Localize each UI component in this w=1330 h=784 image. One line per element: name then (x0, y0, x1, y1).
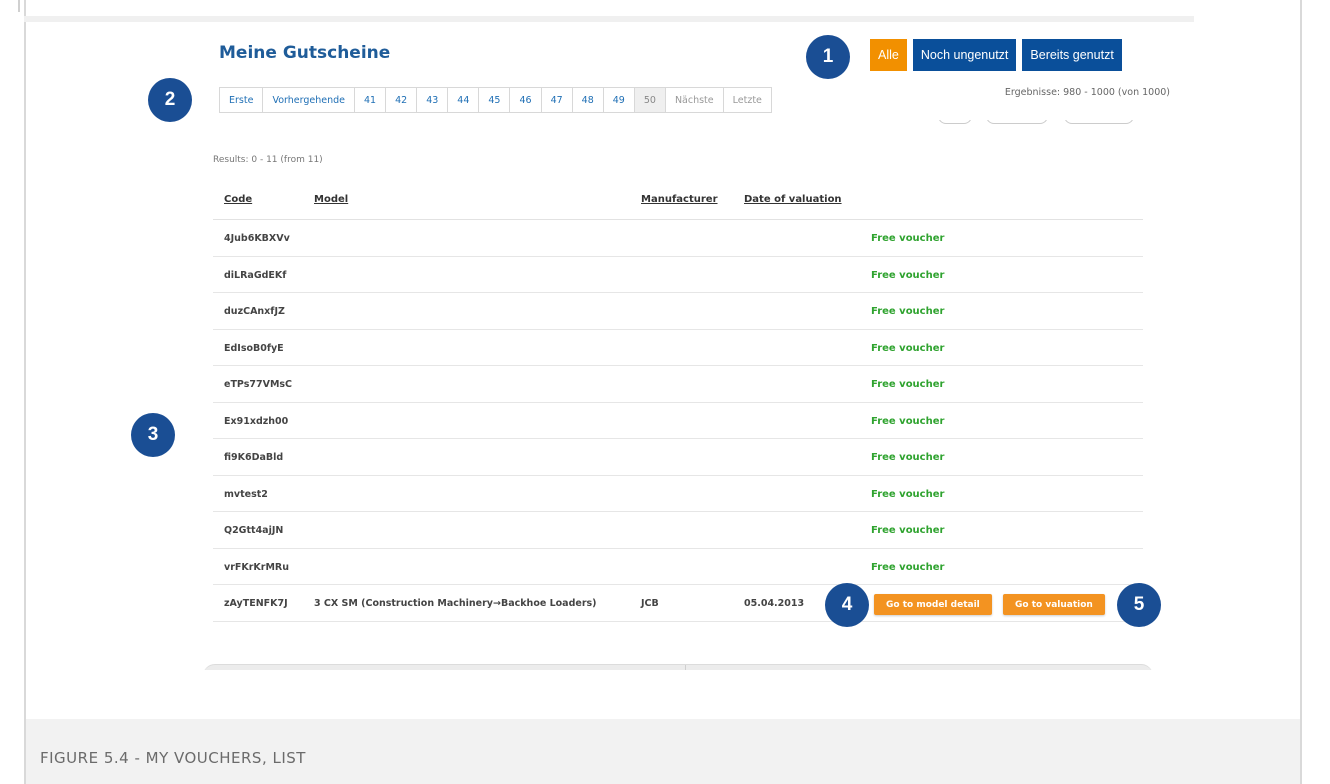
voucher-code: vrFKrKrMRu (224, 561, 289, 573)
go-to-model-detail-button[interactable]: Go to model detail (874, 594, 992, 615)
table-row: duzCAnxfJZ Free voucher (213, 293, 1143, 330)
page-link-43[interactable]: 43 (417, 88, 449, 112)
page-link-45[interactable]: 45 (479, 88, 511, 112)
filter-used-button[interactable]: Bereits genutzt (1022, 39, 1122, 71)
page-link-41[interactable]: 41 (355, 88, 387, 112)
filter-all-button[interactable]: Alle (870, 39, 907, 71)
voucher-manufacturer: JCB (641, 598, 659, 609)
table-row: 4Jub6KBXVv Free voucher (213, 220, 1143, 257)
voucher-status: Free voucher (871, 269, 945, 281)
pagination: Erste Vorhergehende 41 42 43 44 45 46 47… (219, 87, 772, 113)
bottom-bar-divider (685, 665, 686, 670)
page-title: Meine Gutscheine (219, 43, 391, 63)
hidden-button-edge (938, 120, 972, 124)
voucher-code: duzCAnxfJZ (224, 306, 285, 317)
voucher-status: Free voucher (871, 525, 945, 536)
table-row: eTPs77VMsC Free voucher (213, 366, 1143, 403)
filter-unused-button[interactable]: Noch ungenutzt (912, 39, 1017, 71)
filter-tabs: Alle Noch ungenutzt Bereits genutzt (870, 39, 1122, 71)
voucher-date: 05.04.2013 (744, 598, 805, 609)
page-link-48[interactable]: 48 (573, 88, 604, 112)
voucher-code: fi9K6DaBld (224, 452, 284, 463)
figure-caption-bar: FIGURE 5.4 - MY VOUCHERS, LIST (26, 719, 1300, 784)
table-row: Ex91xdzh00 Free voucher (213, 403, 1143, 439)
voucher-code: 4Jub6KBXVv (224, 233, 290, 244)
voucher-status: Free voucher (871, 342, 945, 354)
voucher-status: Free voucher (871, 561, 945, 573)
table-row: mvtest2 Free voucher (213, 476, 1143, 512)
page-link-49[interactable]: 49 (604, 88, 635, 112)
voucher-code: zAyTENFK7J (224, 598, 288, 609)
voucher-status: Free voucher (871, 306, 945, 317)
results-count: Results: 0 - 11 (from 11) (213, 155, 323, 165)
voucher-code: Q2Gtt4ajJN (224, 525, 284, 536)
voucher-status: Free voucher (871, 452, 945, 463)
frame-right-border (1300, 0, 1302, 784)
page-link-47[interactable]: 47 (542, 88, 573, 112)
table-row: vrFKrKrMRu Free voucher (213, 549, 1143, 585)
table-header: Code Model Manufacturer Date of valuatio… (213, 180, 1143, 220)
voucher-code: EdIsoB0fyE (224, 342, 284, 354)
voucher-status: Free voucher (871, 233, 945, 244)
callout-badge-1: 1 (806, 35, 850, 79)
results-count-total: Ergebnisse: 980 - 1000 (von 1000) (1004, 87, 1170, 98)
table-row: Q2Gtt4ajJN Free voucher (213, 512, 1143, 549)
column-header-code[interactable]: Code (224, 194, 252, 205)
table-row-used: zAyTENFK7J 3 CX SM (Construction Machine… (213, 585, 1143, 622)
figure-caption: FIGURE 5.4 - MY VOUCHERS, LIST (40, 749, 306, 767)
page-last-link[interactable]: Letzte (724, 88, 771, 112)
frame-corner (18, 0, 20, 12)
column-header-date[interactable]: Date of valuation (744, 194, 842, 205)
voucher-status: Free voucher (871, 379, 945, 390)
callout-badge-4: 4 (825, 583, 869, 627)
voucher-model: 3 CX SM (Construction Machinery→Backhoe … (314, 598, 597, 609)
bottom-bar (203, 664, 1153, 670)
voucher-status: Free voucher (871, 488, 945, 500)
callout-badge-3: 3 (131, 413, 175, 457)
voucher-code: eTPs77VMsC (224, 379, 293, 390)
table-row: fi9K6DaBld Free voucher (213, 439, 1143, 476)
table-row: EdIsoB0fyE Free voucher (213, 330, 1143, 366)
voucher-code: mvtest2 (224, 488, 268, 500)
voucher-table: Code Model Manufacturer Date of valuatio… (213, 180, 1143, 622)
callout-badge-2: 2 (148, 78, 192, 122)
page-previous-link[interactable]: Vorhergehende (263, 88, 355, 112)
voucher-code: diLRaGdEKf (224, 269, 287, 281)
page-next-link[interactable]: Nächste (666, 88, 724, 112)
page-link-44[interactable]: 44 (448, 88, 480, 112)
page-link-46[interactable]: 46 (510, 88, 542, 112)
page-first-link[interactable]: Erste (220, 88, 264, 112)
hidden-button-edge (986, 120, 1048, 124)
page-link-current: 50 (634, 88, 666, 112)
column-header-model[interactable]: Model (314, 194, 348, 205)
callout-badge-5: 5 (1117, 583, 1161, 627)
hidden-button-edge (1064, 120, 1134, 124)
table-row: diLRaGdEKf Free voucher (213, 257, 1143, 293)
go-to-valuation-button[interactable]: Go to valuation (1003, 594, 1105, 615)
voucher-status: Free voucher (871, 415, 945, 427)
column-header-manufacturer[interactable]: Manufacturer (641, 194, 718, 205)
page-link-42[interactable]: 42 (386, 88, 418, 112)
voucher-code: Ex91xdzh00 (224, 415, 289, 427)
voucher-list-screenshot: Results: 0 - 11 (from 11) Code Model Man… (200, 120, 1160, 670)
